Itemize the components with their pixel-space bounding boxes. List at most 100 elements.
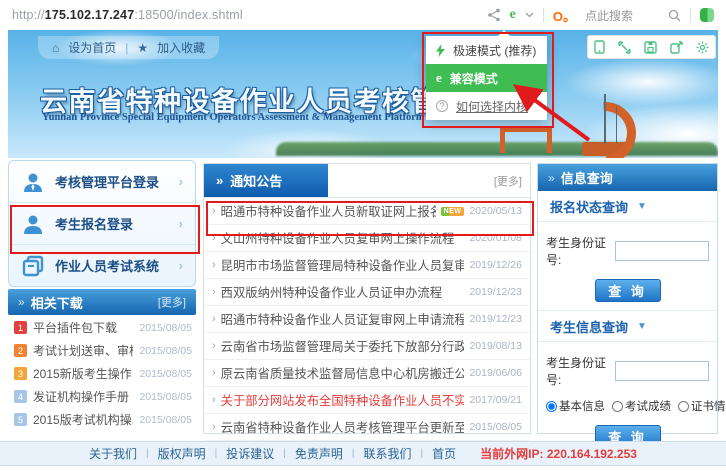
rank-badge: 2 — [14, 344, 27, 357]
notices-title: 通知公告 — [230, 171, 282, 190]
footer-link-contact[interactable]: 联系我们 — [364, 445, 412, 462]
download-item[interactable]: 5 2015版考试机构操... 2015/08/05 — [8, 408, 196, 431]
notice-label: 云南省特种设备作业人员考核管理平台更新至20... — [221, 418, 465, 436]
notice-item[interactable]: › 昭通市特种设备作业人员证复审网上申请流程及相... 2019/12/23 — [204, 306, 530, 333]
magnifier-icon[interactable] — [668, 9, 681, 22]
notice-date: 2019/06/06 — [469, 367, 522, 379]
radio-certificate[interactable]: 证书情况 — [678, 398, 726, 414]
save-icon[interactable] — [644, 41, 657, 54]
radio-basic-info[interactable]: 基本信息 — [546, 398, 605, 414]
footer-link-disclaimer[interactable]: 免责声明 — [295, 445, 343, 462]
bullet-icon: › — [212, 367, 216, 379]
status-query-section-header[interactable]: 报名状态查询 ▼ — [538, 191, 717, 222]
browser-logo-icon[interactable] — [700, 8, 714, 22]
bullet-icon: › — [212, 313, 216, 325]
rank-badge: 4 — [14, 390, 27, 403]
chevron-right-icon: › — [179, 258, 183, 273]
chevron-down-icon: ▼ — [637, 201, 647, 212]
footer-link-about[interactable]: 关于我们 — [89, 445, 137, 462]
info-id-input[interactable] — [615, 361, 709, 381]
radio-input[interactable] — [612, 401, 623, 412]
downloads-more-link[interactable]: [更多] — [158, 294, 186, 310]
bullet-icon: › — [212, 205, 216, 217]
radio-input[interactable] — [546, 401, 557, 412]
download-label: 平台插件包下载 — [33, 319, 133, 336]
info-query-section-header[interactable]: 考生信息查询 ▼ — [538, 311, 717, 342]
search-engine-logo[interactable]: O。 — [553, 6, 576, 25]
download-date: 2015/08/05 — [139, 345, 192, 357]
download-item[interactable]: 2 考试计划送审、审核 ... 2015/08/05 — [8, 339, 196, 362]
tab-notices[interactable]: » 通知公告 — [204, 164, 328, 197]
info-type-radios: 基本信息 考试成绩 证书情况 — [538, 388, 717, 414]
mobile-icon[interactable] — [594, 40, 605, 54]
notice-item[interactable]: › 昆明市市场监督管理局特种设备作业人员复审流程... 2019/12/26 — [204, 252, 530, 279]
notice-date: 2019/12/23 — [469, 313, 522, 325]
notice-item[interactable]: › 文山州特种设备作业人员复审网上操作流程 2020/01/08 — [204, 225, 530, 252]
downloads-title: 相关下载 — [31, 293, 83, 312]
divider — [543, 8, 544, 23]
download-label: 发证机构操作手册 — [33, 388, 133, 405]
query-title: 信息查询 — [561, 168, 613, 187]
bullet-icon: › — [212, 421, 216, 433]
footer-link-complaint[interactable]: 投诉建议 — [226, 445, 274, 462]
gear-icon[interactable] — [696, 41, 709, 54]
address-bar[interactable]: http://175.102.17.247:18500/index.shtml — [12, 8, 243, 22]
double-chevron-icon: » — [548, 171, 555, 185]
search-input[interactable]: 点此搜索 — [585, 7, 633, 24]
browser-chrome: http://175.102.17.247:18500/index.shtml … — [0, 0, 726, 30]
url-prefix: http:// — [12, 8, 45, 22]
notice-item[interactable]: › 云南省市场监督管理局关于委托下放部分行政许可... 2019/08/13 — [204, 333, 530, 360]
notice-label: 原云南省质量技术监督局信息中心机房搬迁公告 — [221, 364, 465, 382]
url-host: 175.102.17.247 — [45, 8, 135, 22]
menu-item-compat-mode[interactable]: e 兼容模式 — [426, 64, 547, 92]
notice-label: 昆明市市场监督管理局特种设备作业人员复审流程... — [221, 256, 465, 274]
login-item-exam-system[interactable]: 作业人员考试系统 › — [9, 245, 195, 286]
download-label: 2015版考试机构操... — [33, 411, 133, 428]
query-panel: » 信息查询 报名状态查询 ▼ 考生身份证号: 查 询 考生信息查询 ▼ 考生身… — [537, 163, 718, 434]
notice-item[interactable]: › 原云南省质量技术监督局信息中心机房搬迁公告 2019/06/06 — [204, 360, 530, 387]
bullet-icon: › — [212, 259, 216, 271]
download-item[interactable]: 4 发证机构操作手册 2015/08/05 — [8, 385, 196, 408]
notice-label: 昭通市特种设备作业人员新取证网上报名流程 — [221, 202, 436, 220]
query-header: » 信息查询 — [538, 164, 717, 191]
download-date: 2015/08/05 — [139, 414, 192, 426]
radio-exam-score[interactable]: 考试成绩 — [612, 398, 671, 414]
notice-date: 2019/08/13 — [469, 340, 522, 352]
fullscreen-icon[interactable] — [618, 41, 631, 54]
menu-item-speed-mode[interactable]: 极速模式 (推荐) — [426, 36, 547, 64]
notice-item[interactable]: › 昭通市特种设备作业人员新取证网上报名流程 NEW 2020/05/13 — [204, 198, 530, 225]
notice-label: 云南省市场监督管理局关于委托下放部分行政许可... — [221, 337, 465, 355]
home-icon: ⌂ — [52, 41, 59, 55]
login-item-label: 作业人员考试系统 — [55, 256, 169, 275]
set-home-link[interactable]: 设为首页 — [68, 39, 116, 56]
notice-item[interactable]: › 西双版纳州特种设备作业人员证申办流程 2019/12/23 — [204, 279, 530, 306]
notice-date: 2019/12/26 — [469, 259, 522, 271]
share-icon[interactable] — [487, 8, 501, 22]
footer-link-copyright[interactable]: 版权声明 — [158, 445, 206, 462]
menu-item-label: 兼容模式 — [450, 70, 498, 87]
download-item[interactable]: 3 2015新版考生操作... 2015/08/05 — [8, 362, 196, 385]
ie-icon: e — [436, 70, 442, 86]
mast-graphic — [616, 106, 617, 144]
notice-item[interactable]: › 云南省特种设备作业人员考核管理平台更新至20... 2015/08/05 — [204, 414, 530, 441]
screen: http://175.102.17.247:18500/index.shtml … — [0, 0, 726, 471]
header-banner: ⌂ 设为首页 | ★ 加入收藏 云南省特种设备作业人员考核管理平台 Yunnan… — [8, 30, 718, 158]
footer-link-home[interactable]: 首页 — [432, 445, 456, 462]
add-favorite-link[interactable]: 加入收藏 — [157, 39, 205, 56]
notices-more-link[interactable]: [更多] — [494, 173, 522, 189]
login-item-candidate[interactable]: 考生报名登录 › — [9, 203, 195, 245]
divider: | — [352, 448, 355, 459]
menu-item-kernel-help[interactable]: ? 如何选择内核 — [426, 92, 547, 120]
download-item[interactable]: 1 平台插件包下载 2015/08/05 — [8, 316, 196, 339]
login-item-platform[interactable]: 考核管理平台登录 › — [9, 161, 195, 203]
status-id-input[interactable] — [615, 241, 709, 261]
notice-item-alert[interactable]: › 关于部分网站发布全国特种设备作业人员不实信息... 2017/09/21 — [204, 387, 530, 414]
share-page-icon[interactable] — [670, 41, 683, 54]
status-query-button[interactable]: 查 询 — [595, 279, 661, 302]
menu-item-label: 如何选择内核 — [456, 98, 528, 115]
divider: | — [146, 448, 149, 459]
chevron-down-icon[interactable] — [525, 12, 534, 18]
radio-input[interactable] — [678, 401, 689, 412]
download-date: 2015/08/05 — [139, 391, 192, 403]
browser-mode-icon[interactable]: e — [510, 7, 516, 23]
